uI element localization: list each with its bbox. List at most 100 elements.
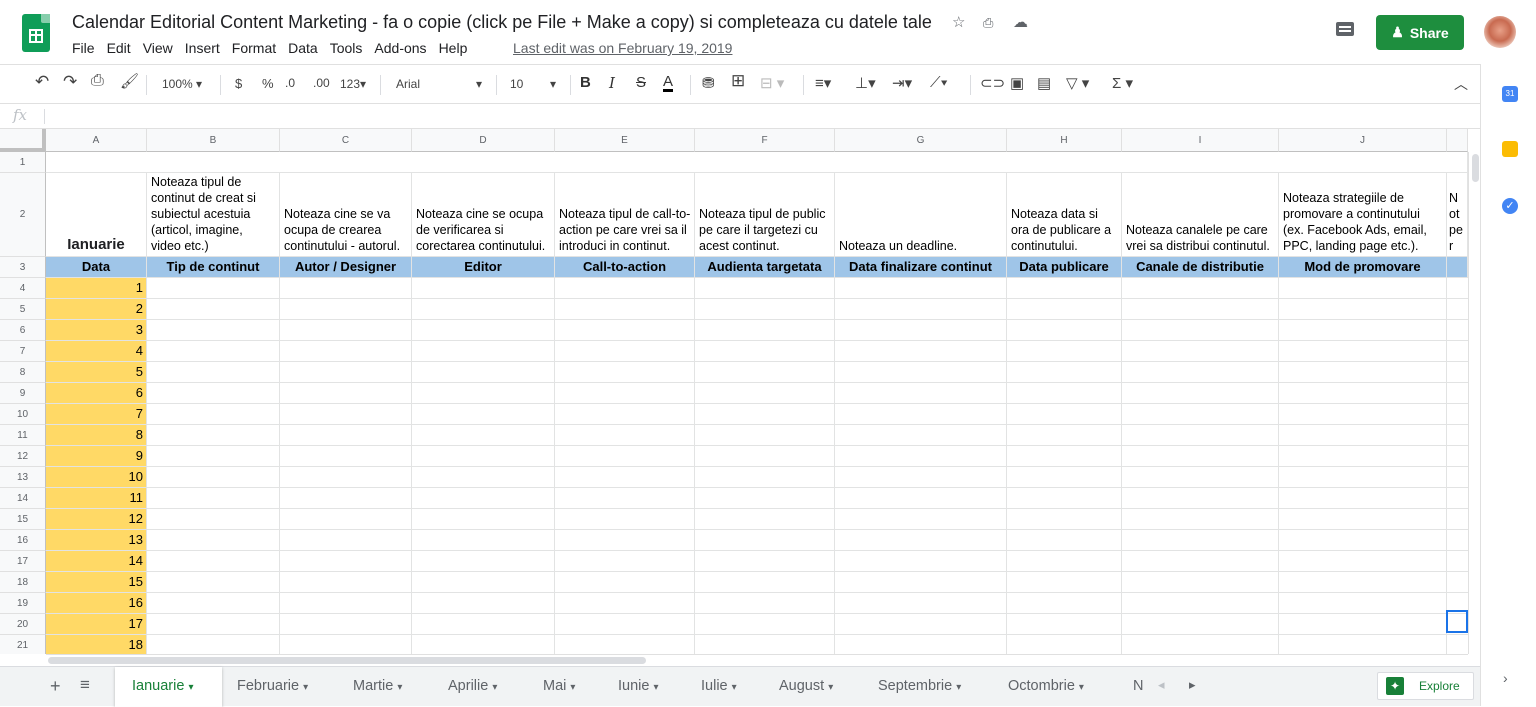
tasks-icon[interactable]: ✓ <box>1502 198 1518 214</box>
menu-edit[interactable]: Edit <box>107 40 136 56</box>
column-header-f[interactable]: F <box>695 129 835 152</box>
row-header[interactable]: 11 <box>0 425 46 446</box>
date-cell[interactable]: 1 <box>46 278 147 299</box>
keep-icon[interactable] <box>1502 141 1518 157</box>
insert-comment-icon[interactable]: ▣ <box>1010 74 1024 92</box>
header-cell-publicare[interactable]: Data publicare <box>1007 257 1122 278</box>
move-folder-icon[interactable]: ⎙ <box>983 15 993 31</box>
increase-decimal-button[interactable]: .00 <box>313 76 330 90</box>
menu-tools[interactable]: Tools <box>330 40 368 56</box>
expand-panel-icon[interactable]: › <box>1503 670 1508 686</box>
filter-icon[interactable]: ▽ ▾ <box>1066 74 1089 92</box>
merge-cells-icon[interactable]: ⊟ ▾ <box>760 74 784 92</box>
tab-mai[interactable]: Mai ▾ <box>529 667 602 707</box>
text-color-button[interactable]: A <box>663 74 674 92</box>
row-header[interactable]: 8 <box>0 362 46 383</box>
explore-button[interactable]: ✦ Explore <box>1377 672 1474 700</box>
selected-cell[interactable] <box>1446 610 1468 633</box>
row-header[interactable]: 2 <box>0 173 46 257</box>
redo-icon[interactable]: ↷ <box>63 72 77 92</box>
calendar-icon[interactable]: 31 <box>1502 86 1518 102</box>
row-header[interactable]: 4 <box>0 278 46 299</box>
date-cell[interactable]: 8 <box>46 425 147 446</box>
insert-chart-icon[interactable]: ▤ <box>1037 74 1051 92</box>
percent-format-button[interactable]: % <box>262 76 274 91</box>
row-header[interactable]: 18 <box>0 572 46 593</box>
header-cell-editor[interactable]: Editor <box>412 257 555 278</box>
tab-aprilie[interactable]: Aprilie ▾ <box>434 667 529 707</box>
row-header[interactable]: 5 <box>0 299 46 320</box>
row-header[interactable]: 13 <box>0 467 46 488</box>
column-header-c[interactable]: C <box>280 129 412 152</box>
tab-februarie[interactable]: Februarie ▾ <box>222 667 338 707</box>
star-icon[interactable]: ☆ <box>952 13 965 31</box>
date-cell[interactable]: 11 <box>46 488 147 509</box>
note-cell[interactable]: Noteaza cine se va ocupa de crearea cont… <box>280 173 412 257</box>
more-formats-select[interactable]: 123▾ <box>340 77 366 91</box>
note-cell-partial[interactable]: Not per <box>1447 173 1468 257</box>
tab-iunie[interactable]: Iunie ▾ <box>602 667 686 707</box>
month-label-cell[interactable]: Ianuarie <box>46 173 147 257</box>
header-cell-cta[interactable]: Call-to-action <box>555 257 695 278</box>
menu-view[interactable]: View <box>143 40 178 56</box>
note-cell[interactable]: Noteaza cine se ocupa de verificarea si … <box>412 173 555 257</box>
sheets-logo-icon[interactable] <box>22 14 50 52</box>
row-header[interactable]: 6 <box>0 320 46 341</box>
note-cell[interactable]: Noteaza tipul de continut de creat si su… <box>147 173 280 257</box>
tab-octombrie[interactable]: Octombrie ▾ <box>994 667 1118 707</box>
empty-data-cells[interactable] <box>147 278 1468 654</box>
row-header[interactable]: 14 <box>0 488 46 509</box>
text-wrapping-icon[interactable]: ⇥▾ <box>892 74 912 92</box>
row-header[interactable]: 16 <box>0 530 46 551</box>
note-cell[interactable]: Noteaza tipul de public pe care il targe… <box>695 173 835 257</box>
column-header-e[interactable]: E <box>555 129 695 152</box>
header-cell-data[interactable]: Data <box>46 257 147 278</box>
menu-file[interactable]: File <box>72 40 100 56</box>
date-cell[interactable]: 12 <box>46 509 147 530</box>
header-cell-autor[interactable]: Autor / Designer <box>280 257 412 278</box>
column-header-b[interactable]: B <box>147 129 280 152</box>
tab-ianuarie[interactable]: Ianuarie ▾ <box>115 667 222 707</box>
date-cell[interactable]: 13 <box>46 530 147 551</box>
row-header[interactable]: 19 <box>0 593 46 614</box>
formula-bar[interactable]: fx <box>0 104 1480 129</box>
row-header[interactable]: 17 <box>0 551 46 572</box>
font-size-select[interactable]: 10 ▾ <box>510 77 556 91</box>
date-cell[interactable]: 15 <box>46 572 147 593</box>
row-header[interactable]: 20 <box>0 614 46 635</box>
date-cell[interactable]: 6 <box>46 383 147 404</box>
menu-format[interactable]: Format <box>232 40 281 56</box>
comments-icon[interactable] <box>1333 20 1357 40</box>
column-header-i[interactable]: I <box>1122 129 1279 152</box>
note-cell[interactable]: Noteaza un deadline. <box>835 173 1007 257</box>
date-cell[interactable]: 5 <box>46 362 147 383</box>
row-header[interactable]: 9 <box>0 383 46 404</box>
date-cell[interactable]: 4 <box>46 341 147 362</box>
row-header[interactable]: 3 <box>0 257 46 278</box>
date-cell[interactable]: 2 <box>46 299 147 320</box>
note-cell[interactable]: Noteaza data si ora de publicare a conti… <box>1007 173 1122 257</box>
row-header[interactable]: 1 <box>0 152 46 173</box>
zoom-select[interactable]: 100% ▾ <box>162 77 202 91</box>
column-header-a[interactable]: A <box>46 129 147 152</box>
menu-help[interactable]: Help <box>439 40 473 56</box>
horizontal-align-icon[interactable]: ≡▾ <box>815 74 831 92</box>
currency-format-button[interactable]: $ <box>235 76 242 91</box>
insert-link-icon[interactable]: ⊂⊃ <box>980 74 1005 92</box>
header-cell-canale[interactable]: Canale de distributie <box>1122 257 1279 278</box>
scroll-tabs-left-icon[interactable]: ◂ <box>1158 677 1165 693</box>
header-cell-finalizare[interactable]: Data finalizare continut <box>835 257 1007 278</box>
row-1-cells[interactable] <box>46 152 1468 173</box>
date-cell[interactable]: 3 <box>46 320 147 341</box>
header-cell-promovare[interactable]: Mod de promovare <box>1279 257 1447 278</box>
undo-icon[interactable]: ↶ <box>35 72 49 92</box>
collapse-menus-icon[interactable]: ︿ <box>1454 74 1468 94</box>
header-cell-audienta[interactable]: Audienta targetata <box>695 257 835 278</box>
tab-august[interactable]: August ▾ <box>764 667 864 707</box>
menu-data[interactable]: Data <box>288 40 323 56</box>
row-header[interactable]: 21 <box>0 635 46 654</box>
date-cell[interactable]: 17 <box>46 614 147 635</box>
italic-button[interactable]: I <box>609 74 615 92</box>
add-sheet-icon[interactable]: + <box>50 676 61 697</box>
row-header[interactable]: 10 <box>0 404 46 425</box>
